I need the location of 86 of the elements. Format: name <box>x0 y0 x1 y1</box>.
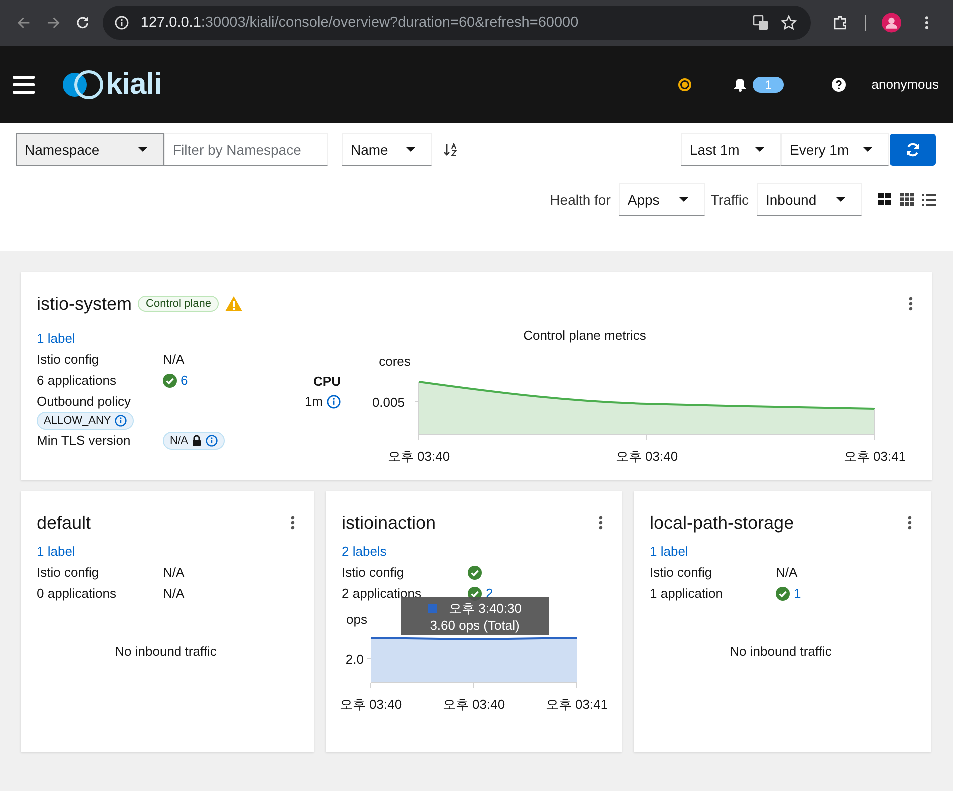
kebab-icon[interactable] <box>291 516 295 530</box>
namespace-title[interactable]: local-path-storage <box>650 512 794 534</box>
row-value: N/A <box>163 565 185 580</box>
help-icon[interactable] <box>832 78 846 92</box>
filter-type-select[interactable]: Namespace <box>16 133 164 166</box>
sort-select[interactable]: Name <box>342 133 432 166</box>
row-label: Istio config <box>342 565 406 580</box>
row-value: N/A <box>163 352 185 367</box>
row-label: Istio config <box>650 565 714 580</box>
traffic-label: Traffic <box>710 192 749 208</box>
refresh-icon <box>906 142 920 156</box>
row-label: Outbound policy <box>37 393 131 411</box>
tooltip-value: 3.60 ops (Total) <box>430 618 520 632</box>
axis-tick-label: 오후 03:40 <box>442 697 506 712</box>
row-label: Istio config <box>37 565 100 580</box>
tls-chip: N/A <box>163 432 226 450</box>
traffic-select[interactable]: Inbound <box>757 183 862 216</box>
status-icon[interactable] <box>678 78 692 92</box>
axis-tick-label: 0.005 <box>372 395 405 410</box>
menu-icon[interactable] <box>925 16 929 30</box>
metric-interval: 1m <box>304 394 323 409</box>
sort-icon[interactable] <box>444 142 458 156</box>
logo-text: kiali <box>106 68 162 102</box>
duration-select[interactable]: Last 1m <box>681 133 781 166</box>
tooltip-time: 오후 3:40:30 <box>449 600 522 618</box>
axis-tick-label: 오후 03:40 <box>616 449 678 464</box>
avatar-icon[interactable] <box>882 13 902 33</box>
refresh-button[interactable] <box>890 134 936 166</box>
logo-icon <box>61 68 105 100</box>
lock-icon <box>192 434 202 446</box>
labels-link[interactable]: 1 label <box>650 541 912 562</box>
grid-view-icon[interactable] <box>900 193 914 206</box>
translate-icon[interactable] <box>753 15 770 31</box>
kebab-icon[interactable] <box>909 297 913 311</box>
reload-icon[interactable] <box>76 16 90 30</box>
labels-link[interactable]: 1 label <box>37 328 295 349</box>
compact-view-icon[interactable] <box>878 193 892 206</box>
namespace-title[interactable]: istio-system <box>37 294 132 314</box>
axis-unit: ops <box>346 612 368 627</box>
labels-link[interactable]: 1 label <box>37 541 295 562</box>
row-label: 6 applications <box>37 373 118 388</box>
url-text: 127.0.0.1:30003/kiali/console/overview?duration=60&refresh=60000 <box>140 15 580 31</box>
empty-message: No inbound traffic <box>115 644 217 659</box>
health-label: Health for <box>550 192 611 208</box>
empty-message: No inbound traffic <box>730 644 832 659</box>
refresh-select[interactable]: Every 1m <box>781 133 889 166</box>
axis-unit: cores <box>379 354 411 369</box>
labels-link[interactable]: 2 labels <box>342 541 603 562</box>
menu-icon[interactable] <box>13 76 35 94</box>
axis-tick-label: 오후 03:41 <box>546 697 608 712</box>
puzzle-icon[interactable] <box>833 15 849 31</box>
count-link[interactable]: 1 <box>794 583 802 604</box>
back-icon[interactable] <box>17 16 31 30</box>
control-plane-badge: Control plane <box>138 296 220 312</box>
forward-icon[interactable] <box>46 16 60 30</box>
kebab-icon[interactable] <box>908 516 912 530</box>
user-name[interactable]: anonymous <box>872 77 939 92</box>
axis-tick-label: 오후 03:40 <box>340 697 402 712</box>
row-label: 2 applications <box>342 586 422 601</box>
check-icon <box>163 374 177 388</box>
kebab-icon[interactable] <box>599 516 603 530</box>
row-label: Istio config <box>37 352 100 367</box>
row-value: N/A <box>163 586 185 601</box>
address-bar[interactable]: 127.0.0.1:30003/kiali/console/overview?duration=60&refresh=60000 <box>102 6 812 40</box>
axis-tick-label: 2.0 <box>346 652 364 667</box>
info-icon[interactable] <box>327 394 341 408</box>
metric-name: CPU <box>314 374 341 389</box>
axis-tick-label: 오후 03:40 <box>388 449 450 464</box>
filter-field[interactable]: Filter by Namespace <box>164 133 328 166</box>
check-icon <box>776 586 790 600</box>
bell-icon[interactable] <box>734 78 748 92</box>
axis-tick-label: 오후 03:41 <box>844 449 906 464</box>
row-label: 0 applications <box>37 586 118 601</box>
policy-chip: ALLOW_ANY <box>37 412 134 430</box>
row-label: 1 application <box>650 586 724 601</box>
list-view-icon[interactable] <box>922 194 936 206</box>
namespace-title[interactable]: default <box>37 512 92 534</box>
chart-title: Control plane metrics <box>524 328 646 343</box>
star-icon[interactable] <box>781 15 798 31</box>
row-value: N/A <box>776 565 798 580</box>
health-select[interactable]: Apps <box>618 183 705 216</box>
namespace-title[interactable]: istioinaction <box>342 512 436 534</box>
legend-icon <box>428 604 437 613</box>
count-link[interactable]: 6 <box>181 370 188 391</box>
row-label: Min TLS version <box>37 433 132 448</box>
check-icon <box>468 566 482 580</box>
